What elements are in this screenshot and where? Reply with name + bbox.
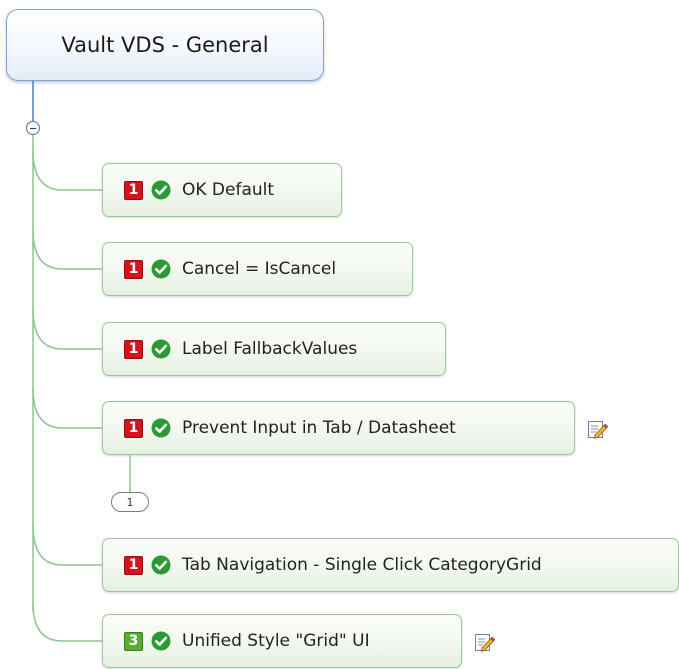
check-circle-icon bbox=[151, 418, 171, 438]
branch-connector-unified-style bbox=[32, 602, 103, 642]
topic-unified-style-grid[interactable]: 3 Unified Style "Grid" UI bbox=[102, 614, 462, 668]
topic-prevent-input[interactable]: 1 Prevent Input in Tab / Datasheet bbox=[102, 401, 575, 455]
branch-connector-ok-default bbox=[32, 149, 103, 191]
priority-1-icon: 1 bbox=[124, 418, 143, 438]
topic-label: OK Default bbox=[182, 180, 275, 200]
topic-label: Prevent Input in Tab / Datasheet bbox=[182, 418, 456, 438]
root-topic[interactable]: Vault VDS - General bbox=[6, 9, 324, 81]
check-circle-icon bbox=[151, 259, 171, 279]
topic-label: Cancel = IsCancel bbox=[182, 259, 337, 279]
minus-circle-icon[interactable] bbox=[26, 121, 40, 135]
collapsed-children-count[interactable]: 1 bbox=[111, 492, 149, 512]
priority-1-icon: 1 bbox=[124, 259, 143, 279]
topic-tab-navigation[interactable]: 1 Tab Navigation - Single Click Category… bbox=[102, 538, 679, 592]
topic-ok-default[interactable]: 1 OK Default bbox=[102, 163, 342, 217]
topic-label: Unified Style "Grid" UI bbox=[182, 631, 370, 651]
topic-cancel-iscancel[interactable]: 1 Cancel = IsCancel bbox=[102, 242, 413, 296]
check-circle-icon bbox=[151, 555, 171, 575]
branch-connector-tab-navigation bbox=[32, 524, 103, 566]
topic-label: Label FallbackValues bbox=[182, 339, 358, 359]
note-edit-icon[interactable] bbox=[586, 418, 608, 440]
priority-1-icon: 1 bbox=[124, 555, 143, 575]
check-circle-icon bbox=[151, 631, 171, 651]
topic-label: Tab Navigation - Single Click CategoryGr… bbox=[182, 555, 542, 575]
check-circle-icon bbox=[151, 180, 171, 200]
priority-1-icon: 1 bbox=[124, 339, 143, 359]
branch-connector-prevent-input bbox=[32, 387, 103, 429]
root-topic-label: Vault VDS - General bbox=[61, 33, 269, 57]
priority-3-icon: 3 bbox=[124, 631, 143, 651]
branch-connector-cancel bbox=[32, 229, 103, 270]
priority-1-icon: 1 bbox=[124, 180, 143, 200]
note-edit-icon[interactable] bbox=[473, 631, 495, 653]
branch-connector-label-fallback bbox=[32, 308, 103, 350]
topic-label-fallbackvalues[interactable]: 1 Label FallbackValues bbox=[102, 322, 446, 376]
check-circle-icon bbox=[151, 339, 171, 359]
